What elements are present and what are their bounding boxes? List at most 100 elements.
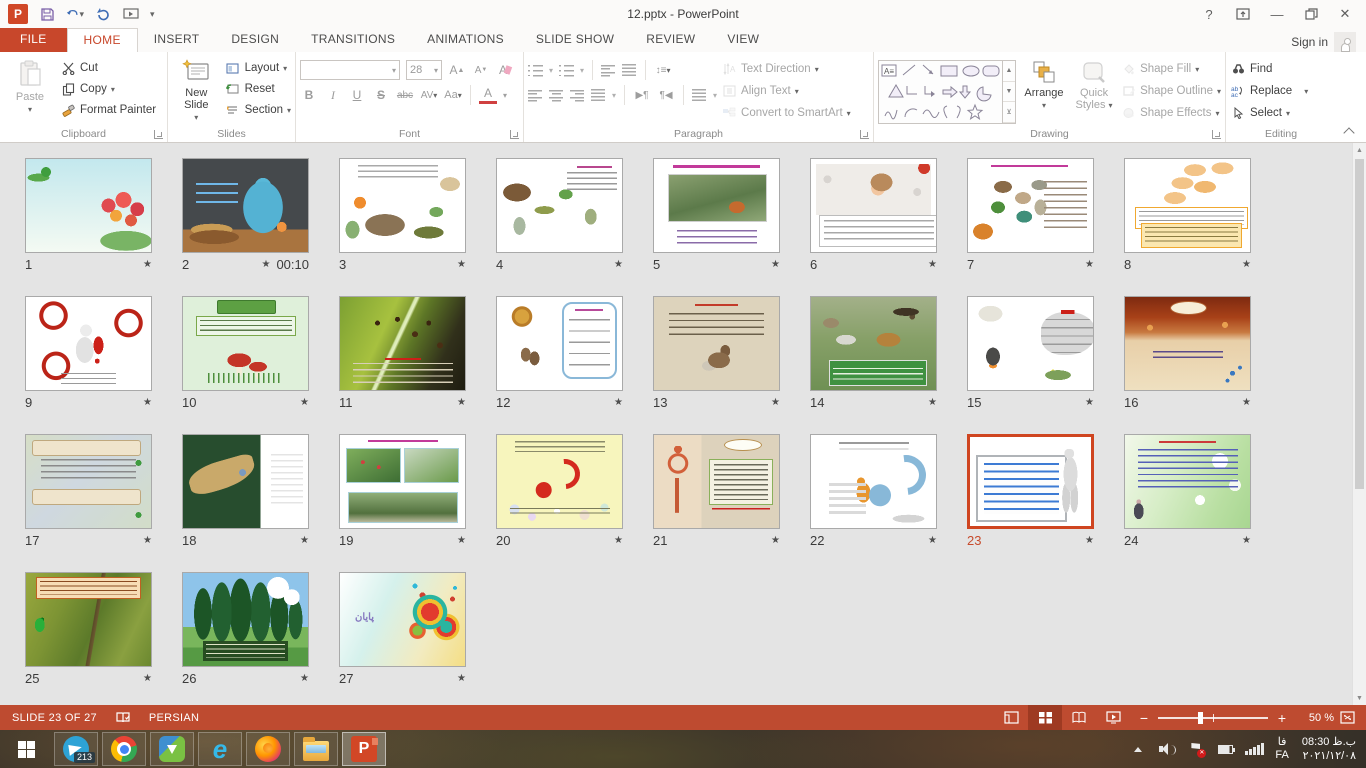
layout-button[interactable]: Layout▾ bbox=[225, 59, 291, 77]
increase-indent-icon[interactable] bbox=[622, 64, 637, 77]
slide-thumbnail-6[interactable] bbox=[810, 158, 937, 253]
slide-thumbnail-4[interactable] bbox=[496, 158, 623, 253]
taskbar-chrome-button[interactable] bbox=[102, 732, 146, 766]
sign-in-link[interactable]: Sign in bbox=[1291, 35, 1328, 49]
vertical-scrollbar[interactable]: ▲ ▼ bbox=[1352, 143, 1366, 705]
numbering-icon[interactable] bbox=[559, 64, 574, 77]
repeat-icon[interactable] bbox=[94, 5, 112, 23]
bold-button[interactable]: B bbox=[300, 86, 318, 104]
powerpoint-app-icon[interactable]: P bbox=[8, 4, 28, 24]
underline-button[interactable]: U bbox=[348, 86, 366, 104]
zoom-out-button[interactable]: − bbox=[1138, 711, 1150, 725]
ribbon-tab-review[interactable]: REVIEW bbox=[630, 28, 711, 52]
convert-to-smartart-button[interactable]: Convert to SmartArt▾ bbox=[721, 104, 851, 122]
bullets-icon[interactable] bbox=[528, 64, 543, 77]
action-center-flag-icon[interactable] bbox=[1188, 741, 1204, 757]
cut-button[interactable]: Cut bbox=[60, 59, 156, 77]
decrease-indent-icon[interactable] bbox=[601, 64, 616, 77]
battery-icon[interactable] bbox=[1217, 741, 1233, 757]
scrollbar-thumb[interactable] bbox=[1355, 159, 1364, 489]
align-right-icon[interactable] bbox=[570, 89, 585, 102]
columns-icon[interactable] bbox=[692, 89, 707, 102]
font-color-button[interactable]: A bbox=[479, 86, 497, 104]
align-left-icon[interactable] bbox=[528, 89, 543, 102]
normal-view-button[interactable] bbox=[994, 705, 1028, 730]
ribbon-tab-slide-show[interactable]: SLIDE SHOW bbox=[520, 28, 630, 52]
shape-effects-button[interactable]: Shape Effects▾ bbox=[1120, 104, 1221, 122]
slide-thumbnail-7[interactable] bbox=[967, 158, 1094, 253]
taskbar-file-explorer-button[interactable] bbox=[294, 732, 338, 766]
ribbon-tab-insert[interactable]: INSERT bbox=[138, 28, 216, 52]
find-button[interactable]: Find bbox=[1230, 60, 1308, 78]
ribbon-tab-home[interactable]: HOME bbox=[67, 28, 138, 52]
new-slide-button[interactable]: New Slide▾ bbox=[172, 55, 221, 126]
slide-thumbnail-20[interactable] bbox=[496, 434, 623, 529]
spell-check-icon[interactable] bbox=[115, 710, 131, 726]
scroll-down-arrow[interactable]: ▼ bbox=[1353, 691, 1366, 705]
zoom-in-button[interactable]: + bbox=[1276, 711, 1288, 725]
slide-thumbnail-13[interactable] bbox=[653, 296, 780, 391]
slide-thumbnail-12[interactable] bbox=[496, 296, 623, 391]
zoom-percentage[interactable]: 50 % bbox=[1296, 712, 1334, 724]
slide-thumbnail-24[interactable] bbox=[1124, 434, 1251, 529]
italic-button[interactable]: I bbox=[324, 86, 342, 104]
zoom-slider-thumb[interactable] bbox=[1198, 712, 1203, 724]
collapse-ribbon-button[interactable] bbox=[1342, 124, 1356, 138]
slide-thumbnail-22[interactable] bbox=[810, 434, 937, 529]
language-status[interactable]: PERSIAN bbox=[149, 712, 199, 724]
ribbon-tab-view[interactable]: VIEW bbox=[711, 28, 775, 52]
slide-thumbnail-1[interactable] bbox=[25, 158, 152, 253]
reading-view-button[interactable] bbox=[1062, 705, 1096, 730]
slide-thumbnail-25[interactable] bbox=[25, 572, 152, 667]
taskbar-clock[interactable]: ب.ظ 08:30 ۲۰۲۱/۱۲/۰۸ bbox=[1302, 735, 1356, 763]
text-direction-button[interactable]: A Text Direction▾ bbox=[721, 60, 851, 78]
align-center-icon[interactable] bbox=[549, 89, 564, 102]
scroll-up-arrow[interactable]: ▲ bbox=[1353, 143, 1366, 157]
slide-thumbnail-5[interactable] bbox=[653, 158, 780, 253]
font-dialog-launcher[interactable] bbox=[510, 130, 519, 139]
drawing-dialog-launcher[interactable] bbox=[1212, 130, 1221, 139]
taskbar-powerpoint-button[interactable]: P bbox=[342, 732, 386, 766]
section-button[interactable]: Section▾ bbox=[225, 101, 291, 119]
shrink-font-button[interactable]: A▼ bbox=[472, 61, 490, 79]
taskbar-internet-explorer-button[interactable]: e bbox=[198, 732, 242, 766]
slide-thumbnail-14[interactable] bbox=[810, 296, 937, 391]
character-spacing-button[interactable]: AV▾ bbox=[420, 86, 438, 104]
minimize-button[interactable]: — bbox=[1262, 3, 1292, 25]
left-to-right-icon[interactable]: ▶¶ bbox=[633, 86, 651, 104]
justify-icon[interactable] bbox=[591, 89, 606, 102]
help-button[interactable]: ? bbox=[1194, 3, 1224, 25]
change-case-button[interactable]: Aa▾ bbox=[444, 86, 462, 104]
paragraph-dialog-launcher[interactable] bbox=[860, 130, 869, 139]
close-button[interactable]: ✕ bbox=[1330, 3, 1360, 25]
line-spacing-button[interactable]: ↕≡▾ bbox=[654, 61, 672, 79]
network-signal-icon[interactable] bbox=[1246, 741, 1262, 757]
slide-thumbnail-26[interactable] bbox=[182, 572, 309, 667]
replace-button[interactable]: abac Replace▾ bbox=[1230, 82, 1308, 100]
ribbon-tab-transitions[interactable]: TRANSITIONS bbox=[295, 28, 411, 52]
shape-outline-button[interactable]: Shape Outline▾ bbox=[1120, 82, 1221, 100]
shapes-gallery-scroll[interactable]: ▲▼⊻ bbox=[1002, 61, 1015, 123]
ribbon-tab-animations[interactable]: ANIMATIONS bbox=[411, 28, 520, 52]
save-icon[interactable] bbox=[38, 5, 56, 23]
slide-thumbnail-23[interactable] bbox=[967, 434, 1094, 529]
shapes-gallery[interactable]: A≡ bbox=[878, 60, 1016, 124]
shape-fill-button[interactable]: Shape Fill▾ bbox=[1120, 60, 1221, 78]
slide-show-button[interactable] bbox=[1096, 705, 1130, 730]
taskbar-idm-button[interactable] bbox=[150, 732, 194, 766]
ribbon-tab-design[interactable]: DESIGN bbox=[215, 28, 295, 52]
slide-thumbnail-16[interactable] bbox=[1124, 296, 1251, 391]
right-to-left-icon[interactable]: ¶◀ bbox=[657, 86, 675, 104]
tray-expand-icon[interactable] bbox=[1130, 741, 1146, 757]
slide-sorter-view-button[interactable] bbox=[1028, 705, 1062, 730]
language-indicator[interactable]: فا FA bbox=[1275, 736, 1288, 762]
copy-button[interactable]: Copy▾ bbox=[60, 80, 156, 98]
slide-thumbnail-10[interactable] bbox=[182, 296, 309, 391]
ribbon-display-options-button[interactable] bbox=[1228, 3, 1258, 25]
align-text-button[interactable]: Align Text▾ bbox=[721, 82, 851, 100]
clipboard-dialog-launcher[interactable] bbox=[154, 130, 163, 139]
user-avatar-icon[interactable] bbox=[1334, 32, 1356, 52]
ribbon-tab-file[interactable]: FILE bbox=[0, 28, 67, 52]
customize-qat-icon[interactable]: ▾ bbox=[150, 9, 155, 20]
text-shadow-button[interactable]: S bbox=[372, 86, 390, 104]
